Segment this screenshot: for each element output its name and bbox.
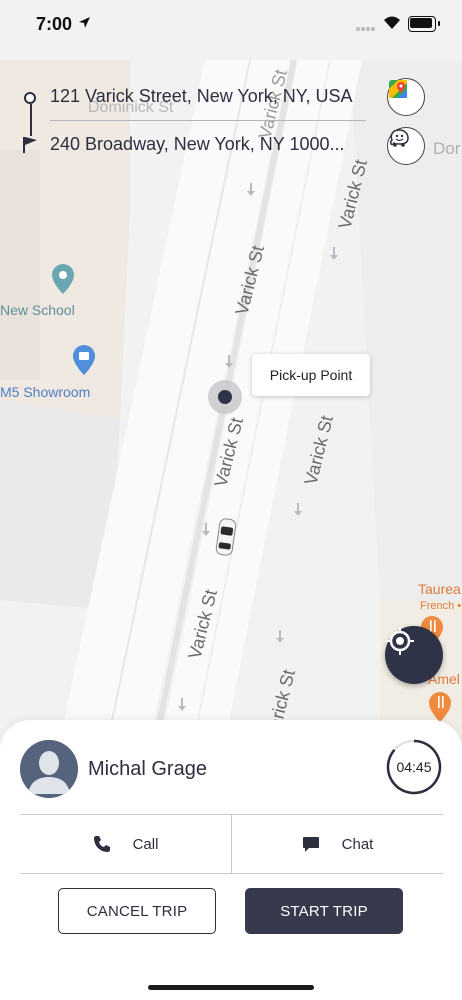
call-label: Call: [132, 835, 159, 853]
origin-pin-icon: [24, 92, 36, 104]
person-icon: [20, 740, 78, 798]
contact-actions: Call Chat: [20, 814, 443, 874]
street-label-partial-right: Dor: [433, 139, 461, 158]
chat-label: Chat: [341, 835, 374, 853]
status-bar: 7:00: [0, 0, 462, 50]
status-time: 7:00: [36, 14, 73, 34]
cancel-trip-button[interactable]: CANCEL TRIP: [58, 888, 216, 934]
pickup-point-label: Pick-up Point: [252, 354, 370, 396]
route-connector: [30, 104, 32, 136]
trip-bottom-sheet: Michal Grage 04:45 Call Chat CANCEL TRIP…: [0, 720, 462, 1000]
pickup-address[interactable]: 121 Varick Street, New York, NY, USA: [50, 86, 352, 107]
chat-icon: [302, 835, 320, 853]
home-indicator[interactable]: [148, 985, 314, 990]
street-label: Varick St: [300, 414, 337, 487]
phone-icon: [93, 835, 111, 853]
my-location-button[interactable]: [385, 626, 443, 684]
poi-label-showroom: M5 Showroom: [0, 384, 90, 400]
poi-label-taurean: Taurea: [418, 581, 461, 597]
address-divider: [50, 120, 366, 121]
map-block: [0, 150, 40, 380]
google-maps-button[interactable]: [387, 78, 425, 116]
poi-label-taurean-sub: French •: [420, 600, 461, 612]
timer-value: 04:45: [396, 759, 432, 775]
poi-label-school: New School: [0, 302, 75, 318]
dropoff-address[interactable]: 240 Broadway, New York, NY 1000...: [50, 134, 345, 155]
start-trip-button[interactable]: START TRIP: [245, 888, 403, 934]
driver-name: Michal Grage: [88, 758, 207, 780]
countdown-timer: 04:45: [385, 738, 443, 796]
avatar[interactable]: [20, 740, 78, 798]
battery-icon: [408, 16, 440, 32]
map-view[interactable]: Varick St Varick St Varick St Varick St …: [0, 0, 462, 740]
chat-button[interactable]: Chat: [232, 815, 443, 873]
call-button[interactable]: Call: [20, 815, 231, 873]
waze-button[interactable]: [387, 127, 425, 165]
pickup-point-marker[interactable]: [208, 380, 242, 414]
